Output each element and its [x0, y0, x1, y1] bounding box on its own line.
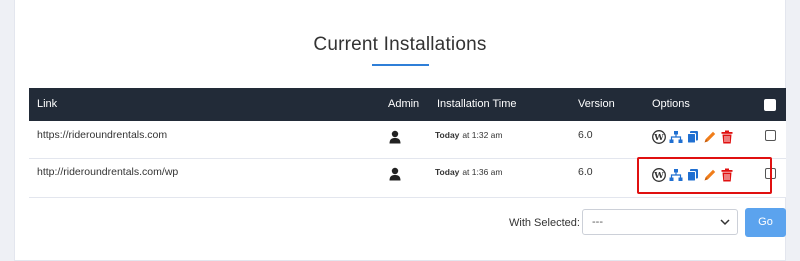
installation-version: 6.0 [578, 166, 593, 178]
options-group: W [652, 129, 734, 145]
table-header: Link Admin Installation Time Version Opt… [29, 88, 786, 121]
bulk-action-select[interactable]: --- [582, 209, 738, 235]
bulk-actions-bar: With Selected: --- Go [29, 200, 786, 248]
installation-time: Today at 1:36 am [435, 159, 503, 186]
installation-version: 6.0 [578, 129, 593, 141]
page-title: Current Installations [313, 34, 487, 55]
installation-link[interactable]: https://rideroundrentals.com [37, 121, 167, 150]
admin-user-icon[interactable] [388, 165, 402, 192]
sitemap-icon[interactable] [669, 130, 683, 144]
chevron-down-icon [720, 219, 730, 226]
options-highlight-box [637, 157, 772, 194]
row-checkbox[interactable] [765, 130, 776, 141]
select-all-checkbox[interactable] [764, 99, 776, 111]
bulk-action-value: --- [592, 216, 603, 228]
installations-card: Current Installations Link Admin Install… [14, 0, 786, 261]
title-underline [372, 64, 429, 66]
pencil-icon[interactable] [703, 130, 717, 144]
admin-user-icon[interactable] [388, 127, 402, 156]
column-header-options: Options [652, 98, 690, 110]
column-header-admin: Admin [388, 98, 420, 110]
installation-clock: at 1:36 am [462, 167, 503, 177]
installation-time: Today at 1:32 am [435, 121, 503, 150]
column-header-version: Version [578, 98, 615, 110]
installation-day: Today [435, 130, 460, 140]
copy-icon[interactable] [686, 130, 700, 144]
installation-day: Today [435, 167, 460, 177]
svg-text:W: W [653, 133, 664, 143]
installation-clock: at 1:32 am [462, 130, 503, 140]
trash-icon[interactable] [720, 130, 734, 144]
installation-link[interactable]: http://rideroundrentals.com/wp [37, 159, 178, 186]
table-row: https://rideroundrentals.com Today at 1:… [29, 121, 786, 159]
wordpress-icon[interactable]: W [652, 130, 666, 144]
go-button[interactable]: Go [745, 208, 786, 237]
column-header-link: Link [37, 98, 58, 110]
with-selected-label: With Selected: [509, 217, 580, 229]
column-header-installation-time: Installation Time [437, 98, 517, 110]
